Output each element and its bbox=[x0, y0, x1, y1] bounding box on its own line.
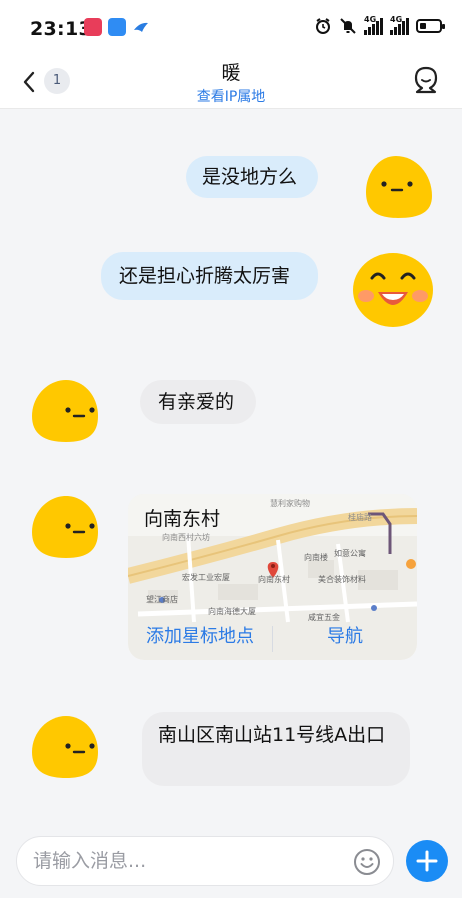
map-label: 如意公寓 bbox=[334, 549, 366, 558]
emoji-icon[interactable] bbox=[353, 848, 381, 876]
mute-bell-icon bbox=[340, 18, 356, 34]
location-card[interactable]: 慧利家购物 向南西村六坊 向南楼 如意公寓 宏发工业宏厦 向南东村 美合装饰材料… bbox=[128, 494, 417, 660]
chat-header: 1 暖 查看IP属地 bbox=[0, 56, 462, 109]
contact-avatar[interactable] bbox=[28, 376, 104, 444]
map-label: 向南楼 bbox=[304, 553, 328, 562]
map-label: 望江商店 bbox=[146, 595, 178, 604]
location-name: 向南东村 bbox=[144, 508, 221, 530]
incoming-message-bubble[interactable]: 有亲爱的 bbox=[140, 380, 256, 424]
contact-avatar[interactable] bbox=[28, 712, 104, 780]
system-status-icons: 4G 4G bbox=[314, 15, 445, 35]
message-input-bar bbox=[16, 836, 394, 886]
message-input[interactable] bbox=[33, 849, 343, 873]
outgoing-message-bubble[interactable]: 还是担心折腾太厉害 bbox=[101, 252, 318, 300]
add-star-location-button[interactable]: 添加星标地点 bbox=[128, 622, 272, 660]
shopping-bag-icon bbox=[108, 18, 126, 36]
status-time: 23:13 bbox=[30, 18, 92, 40]
my-laughing-avatar[interactable] bbox=[352, 250, 434, 328]
notification-icons bbox=[84, 18, 150, 36]
plus-icon bbox=[416, 850, 438, 872]
map-label: 向南西村六坊 bbox=[162, 533, 210, 542]
app-notification-icon bbox=[84, 18, 102, 36]
map-label: 向南东村 bbox=[258, 575, 290, 584]
map-label: 宏发工业宏厦 bbox=[182, 573, 230, 582]
signal-1-icon: 4G bbox=[364, 15, 383, 35]
ip-location-link[interactable]: 查看IP属地 bbox=[0, 86, 462, 106]
profile-icon[interactable] bbox=[410, 64, 442, 96]
navigate-button[interactable]: 导航 bbox=[273, 622, 417, 660]
map-label: 慧利家购物 bbox=[270, 499, 310, 508]
location-actions: 添加星标地点 导航 bbox=[128, 622, 417, 660]
signal-2-icon: 4G bbox=[390, 15, 409, 35]
map-label: 美合装饰材料 bbox=[318, 575, 366, 584]
status-bar: 23:13 4G 4G bbox=[0, 0, 462, 56]
battery-icon bbox=[416, 19, 445, 33]
incoming-message-bubble[interactable]: 南山区南山站11号线A出口 bbox=[142, 712, 410, 786]
bird-icon bbox=[134, 22, 148, 32]
map-label: 向南海德大厦 bbox=[208, 607, 256, 616]
outgoing-message-bubble[interactable]: 是没地方么 bbox=[186, 156, 318, 198]
map-label: 桂庙路 bbox=[348, 513, 372, 522]
alarm-icon bbox=[316, 18, 330, 34]
contact-avatar[interactable] bbox=[28, 492, 104, 560]
add-attachment-button[interactable] bbox=[406, 840, 448, 882]
my-avatar[interactable] bbox=[358, 152, 434, 220]
chat-title: 暖 bbox=[221, 62, 241, 84]
